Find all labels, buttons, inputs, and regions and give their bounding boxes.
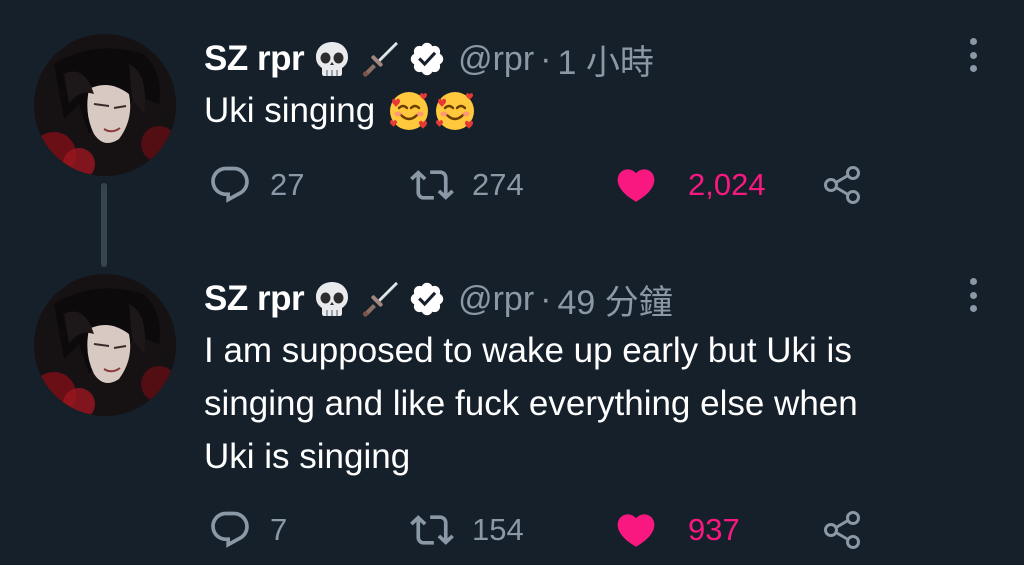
share-icon xyxy=(820,508,864,552)
display-name[interactable]: SZ rpr xyxy=(204,39,305,79)
user-handle[interactable]: @rpr xyxy=(458,40,534,79)
tweet-text-line: I am supposed to wake up early but Uki i… xyxy=(204,331,852,370)
reply-button[interactable]: 27 xyxy=(208,160,304,210)
retweet-count: 154 xyxy=(472,512,524,547)
share-button[interactable] xyxy=(820,160,864,210)
tweet-text-line: singing and like fuck everything else wh… xyxy=(204,384,858,423)
reply-icon xyxy=(208,508,252,552)
avatar[interactable] xyxy=(34,274,176,416)
retweet-button[interactable]: 154 xyxy=(410,505,524,555)
reply-button[interactable]: 7 xyxy=(208,505,287,555)
dagger-icon xyxy=(360,39,400,79)
retweet-button[interactable]: 274 xyxy=(410,160,524,210)
tweet-header: SZ rpr @rpr · 1 小時 xyxy=(204,34,654,84)
skull-icon xyxy=(312,39,352,79)
skull-icon xyxy=(312,279,352,319)
retweet-icon xyxy=(410,508,454,552)
avatar[interactable] xyxy=(34,34,176,176)
like-button[interactable]: 937 xyxy=(614,505,740,555)
tweet-text-line: Uki singing xyxy=(204,91,376,130)
timestamp[interactable]: 1 小時 xyxy=(557,35,653,84)
retweet-count: 274 xyxy=(472,167,524,202)
reply-count: 7 xyxy=(270,512,288,547)
like-count: 2,024 xyxy=(688,167,766,202)
tweet[interactable]: SZ rpr @rpr · 49 分鐘 I am supposed to wak… xyxy=(0,240,1024,565)
tweet-actions: 7 154 937 xyxy=(204,505,904,555)
separator-dot: · xyxy=(540,279,552,318)
retweet-icon xyxy=(410,163,454,207)
verified-badge-icon xyxy=(408,40,446,78)
reply-count: 27 xyxy=(270,167,305,202)
tweet[interactable]: SZ rpr @rpr · 1 小時 Uki singing 27 274 2,… xyxy=(0,0,1024,267)
tweet-actions: 27 274 2,024 xyxy=(204,160,904,210)
user-handle[interactable]: @rpr xyxy=(458,280,534,319)
tweet-header: SZ rpr @rpr · 49 分鐘 xyxy=(204,274,673,324)
like-button[interactable]: 2,024 xyxy=(614,160,766,210)
more-options-icon[interactable] xyxy=(966,38,980,72)
heart-filled-icon xyxy=(614,508,658,552)
like-count: 937 xyxy=(688,512,740,547)
verified-badge-icon xyxy=(408,280,446,318)
share-button[interactable] xyxy=(820,505,864,555)
heart-filled-icon xyxy=(614,163,658,207)
more-options-icon[interactable] xyxy=(966,278,980,312)
smiling-face-with-hearts-icon xyxy=(433,89,477,133)
dagger-icon xyxy=(360,279,400,319)
timestamp[interactable]: 49 分鐘 xyxy=(557,275,672,324)
display-name[interactable]: SZ rpr xyxy=(204,279,305,319)
tweet-text: Uki singing xyxy=(204,84,984,137)
reply-icon xyxy=(208,163,252,207)
share-icon xyxy=(820,163,864,207)
separator-dot: · xyxy=(540,39,552,78)
tweet-text: I am supposed to wake up early but Uki i… xyxy=(204,324,984,483)
smiling-face-with-hearts-icon xyxy=(387,89,431,133)
tweet-text-line: Uki is singing xyxy=(204,437,411,476)
